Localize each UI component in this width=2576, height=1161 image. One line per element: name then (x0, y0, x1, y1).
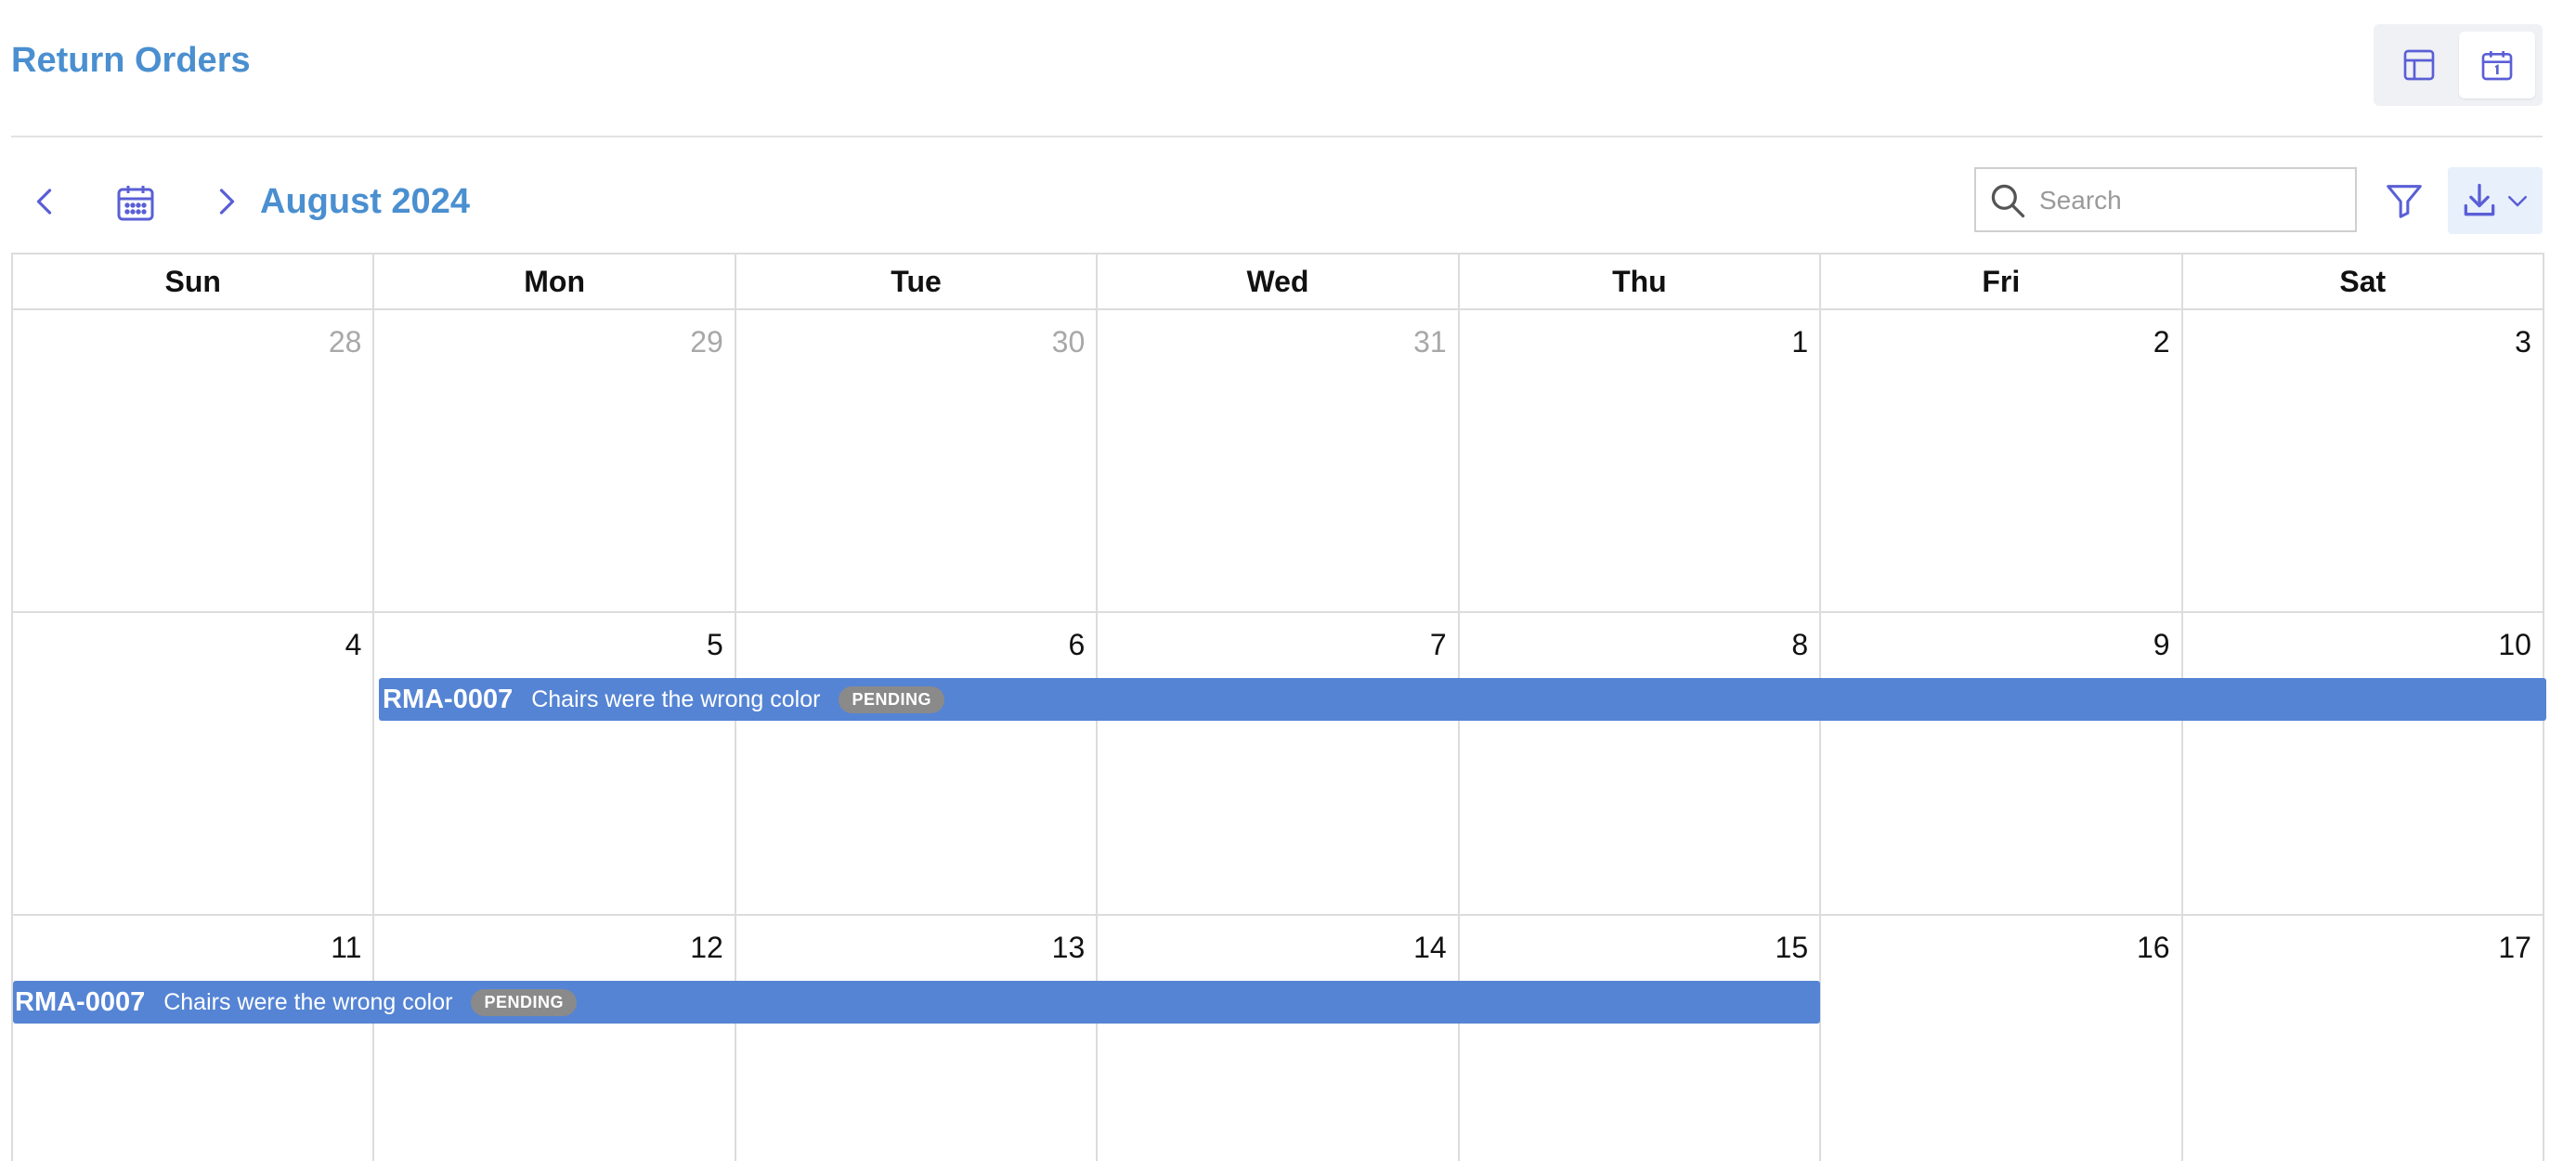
export-dropdown-button[interactable] (2448, 167, 2543, 234)
calendar-day-cell[interactable]: 14 (1098, 916, 1460, 1161)
calendar-day-cell[interactable]: 8 (1459, 613, 1822, 916)
search-box (1974, 167, 2357, 232)
day-number: 8 (1791, 628, 1809, 661)
calendar-day-cell[interactable]: 30 (735, 310, 1099, 613)
calendar-day-cell[interactable]: 1 (1459, 310, 1822, 613)
calendar-icon (117, 186, 154, 221)
event-bar[interactable]: RMA-0007 Chairs were the wrong color PEN… (379, 678, 2546, 721)
day-number: 4 (345, 628, 362, 661)
calendar-week-row: 28 29 30 31 1 2 3 (13, 310, 2544, 613)
current-month-label: August 2024 (260, 182, 470, 221)
view-switcher (2374, 24, 2543, 106)
page-title: Return Orders (11, 41, 251, 80)
status-badge: PENDING (839, 685, 944, 713)
search-icon (1991, 184, 2025, 218)
calendar-day-cell[interactable]: 2 (1821, 310, 2183, 613)
day-number: 31 (1413, 325, 1447, 359)
day-number: 9 (2153, 628, 2170, 661)
calendar-day-cell[interactable]: 31 (1098, 310, 1460, 613)
chevron-down-icon (2508, 196, 2527, 207)
calendar-view-button[interactable] (2459, 32, 2535, 98)
day-number: 11 (331, 931, 362, 964)
calendar-day-cell[interactable]: 17 (2183, 916, 2544, 1161)
return-orders-page: Return Orders August 2024 Search Sun Mon… (0, 0, 2576, 1161)
weekday-header: Mon (374, 254, 736, 310)
calendar-week-row: 11 12 13 14 15 16 17 (13, 916, 2544, 1161)
today-button[interactable] (110, 176, 162, 228)
filter-icon (2387, 185, 2422, 218)
weekday-header-row: Sun Mon Tue Wed Thu Fri Sat (13, 254, 2544, 310)
calendar-day-cell[interactable]: 4 (13, 613, 375, 916)
day-number: 6 (1068, 628, 1086, 661)
day-number: 7 (1429, 628, 1447, 661)
table-grid-icon (2403, 49, 2435, 81)
calendar-day-cell[interactable]: 12 (374, 916, 736, 1161)
month-calendar: Sun Mon Tue Wed Thu Fri Sat 28 29 30 31 … (11, 253, 2546, 1161)
search-input[interactable] (2037, 175, 2348, 227)
chevron-right-icon (219, 189, 235, 215)
event-bar[interactable]: RMA-0007 Chairs were the wrong color PEN… (13, 981, 1820, 1024)
weekday-header: Tue (735, 254, 1099, 310)
day-number: 10 (2498, 628, 2531, 661)
weekday-header: Thu (1459, 254, 1822, 310)
previous-month-button[interactable] (22, 178, 69, 225)
calendar-week-row: 4 5 6 7 8 9 10 (13, 613, 2544, 916)
weekday-header: Wed (1098, 254, 1460, 310)
event-id: RMA-0007 (15, 986, 146, 1017)
day-number: 5 (707, 628, 723, 661)
day-number: 28 (328, 325, 362, 359)
day-number: 17 (2498, 931, 2531, 964)
calendar-day-cell[interactable]: 15 (1460, 916, 1822, 1161)
calendar-day-cell[interactable]: 9 (1821, 613, 2183, 916)
day-number: 13 (1051, 931, 1086, 964)
calendar-day-cell[interactable]: 10 (2182, 613, 2544, 916)
day-number: 12 (690, 931, 723, 964)
header-divider (11, 136, 2543, 137)
filter-button[interactable] (2379, 175, 2429, 227)
download-icon (2464, 183, 2495, 216)
weekday-header: Fri (1821, 254, 2183, 310)
table-view-button[interactable] (2381, 32, 2457, 98)
day-number: 14 (1413, 931, 1447, 964)
calendar-day-cell[interactable]: 3 (2182, 310, 2544, 613)
day-number: 29 (690, 325, 723, 359)
calendar-day-cell[interactable]: 6 (735, 613, 1099, 916)
next-month-button[interactable] (202, 178, 249, 225)
event-description: Chairs were the wrong color (531, 685, 821, 712)
day-number: 30 (1051, 325, 1086, 359)
day-number: 3 (2515, 325, 2531, 359)
calendar-day-cell[interactable]: 29 (374, 310, 736, 613)
calendar-icon (2481, 51, 2513, 81)
status-badge: PENDING (471, 988, 577, 1016)
calendar-day-cell[interactable]: 13 (736, 916, 1099, 1161)
weekday-header: Sun (13, 254, 375, 310)
calendar-day-cell[interactable]: 5 (374, 613, 736, 916)
day-number: 1 (1791, 325, 1809, 359)
event-description: Chairs were the wrong color (163, 988, 453, 1015)
calendar-day-cell[interactable]: 11 (13, 916, 375, 1161)
day-number: 16 (2136, 931, 2170, 964)
calendar-day-cell[interactable]: 28 (13, 310, 375, 613)
calendar-day-cell[interactable]: 7 (1098, 613, 1460, 916)
chevron-left-icon (36, 189, 52, 215)
calendar-day-cell[interactable]: 16 (1821, 916, 2183, 1161)
event-id: RMA-0007 (383, 684, 514, 714)
weekday-header: Sat (2182, 254, 2544, 310)
day-number: 2 (2153, 325, 2170, 359)
day-number: 15 (1775, 931, 1809, 964)
